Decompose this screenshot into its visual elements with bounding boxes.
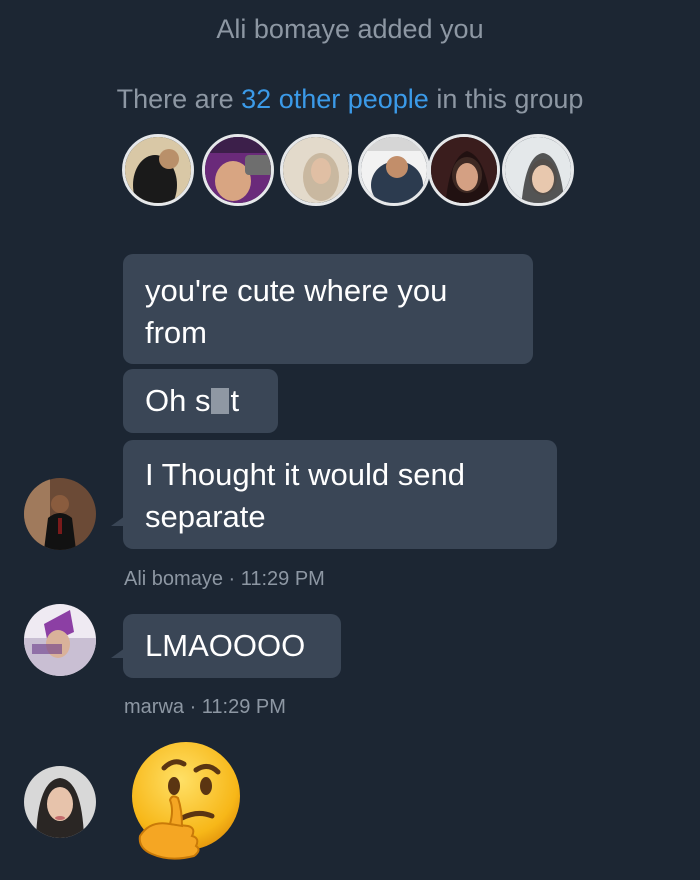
message-bubble[interactable]: I Thought it would send separate (123, 440, 557, 549)
member-photo-3-icon[interactable] (280, 134, 352, 206)
message-text-part: t (230, 383, 240, 418)
message-bubble[interactable]: you're cute where you from (123, 254, 533, 364)
message-text-line: from (145, 315, 207, 350)
message-text: LMAOOOO (145, 628, 306, 663)
group-count-suffix: in this group (428, 84, 584, 114)
member-photo-5-icon[interactable] (428, 134, 500, 206)
group-member-count: There are 32 other people in this group (0, 84, 700, 115)
censor-block (211, 388, 230, 414)
member-avatars-row (122, 134, 582, 206)
message-text-line: you're cute where you (145, 273, 448, 308)
sender-avatar-ali[interactable] (24, 478, 96, 550)
members-link[interactable]: 32 other people (241, 84, 429, 114)
message-text-line: I Thought it would send (145, 457, 465, 492)
added-notice: Ali bomaye added you (216, 14, 484, 44)
message-bubble[interactable]: Oh s t (123, 369, 278, 433)
message-meta: Ali bomaye · 11:29 PM (124, 568, 325, 590)
member-photo-4-icon[interactable] (358, 134, 430, 206)
message-bubble[interactable]: LMAOOOO (123, 614, 341, 678)
member-photo-6-icon[interactable] (502, 134, 574, 206)
sender-avatar-marwa[interactable] (24, 604, 96, 676)
message-text-line: separate (145, 499, 266, 534)
message-meta: marwa · 11:29 PM (124, 696, 286, 718)
member-photo-2-icon[interactable] (202, 134, 274, 206)
thinking-face-icon[interactable] (130, 740, 242, 860)
member-photo-1-icon[interactable] (122, 134, 194, 206)
message-text-part: Oh s (145, 383, 211, 418)
sender-avatar[interactable] (24, 766, 96, 838)
group-count-prefix: There are (116, 84, 242, 114)
